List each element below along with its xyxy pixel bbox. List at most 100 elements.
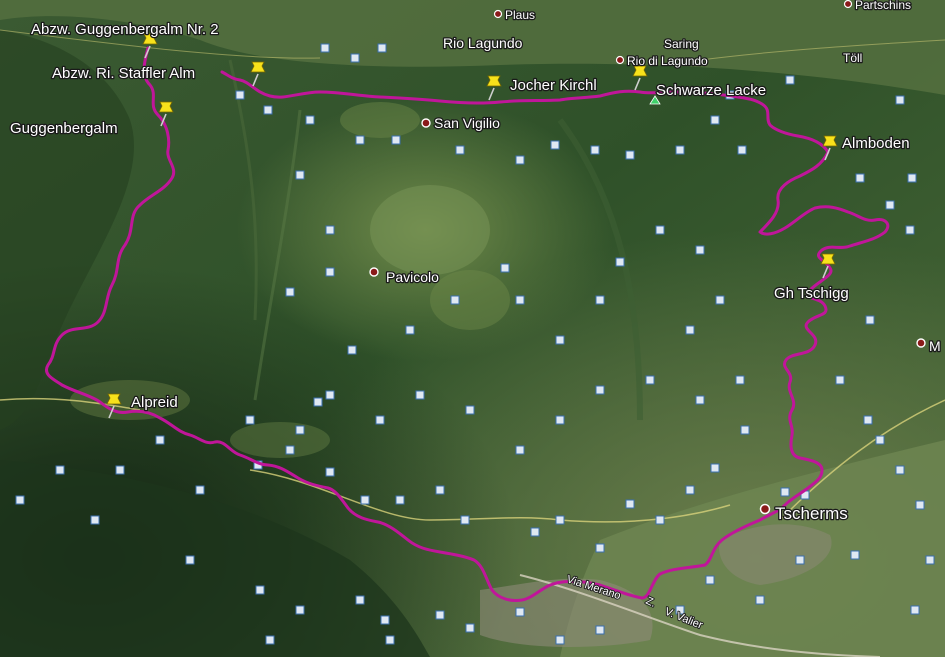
poi-icon [115,465,125,475]
label-rio-di-lagundo: Rio di Lagundo [627,54,708,68]
poi-icon [295,170,305,180]
poi-icon [355,595,365,605]
poi-icon [405,325,415,335]
poi-icon [675,145,685,155]
place-dot-pavicolo[interactable] [369,267,379,277]
poi-icon [595,295,605,305]
poi-icon [915,500,925,510]
poi-icon [695,395,705,405]
poi-icon [313,397,323,407]
poi-icon [737,145,747,155]
poi-icon [350,53,360,63]
poi-icon [705,575,715,585]
label-guggenbergalm: Guggenbergalm [10,120,118,137]
label-gh-tschigg: Gh Tschigg [774,285,849,302]
poi-icon [391,135,401,145]
poi-icon [320,43,330,53]
poi-icon [625,499,635,509]
poi-icon [925,555,935,565]
label-rio-lagundo: Rio Lagundo [443,35,523,51]
label-plaus: Plaus [505,8,535,22]
poi-icon [15,495,25,505]
poi-icon [455,145,465,155]
poi-icon [780,487,790,497]
poi-icon [460,515,470,525]
poi-icon [195,485,205,495]
poi-icon [550,140,560,150]
poi-icon [325,225,335,235]
label-m-partial: M [929,338,941,354]
poi-icon [695,245,705,255]
poi-icon [625,150,635,160]
poi-icon [325,390,335,400]
label-toll: Töll [843,51,862,65]
poi-icon [360,495,370,505]
label-tscherms: Tscherms [775,504,848,523]
poi-icon [907,173,917,183]
poi-icon [555,335,565,345]
poi-icon [595,625,605,635]
poi-icon [685,325,695,335]
poi-icon [795,555,805,565]
poi-icon [615,257,625,267]
poi-icon [500,263,510,273]
poi-icon [885,200,895,210]
place-dot-m[interactable] [916,338,926,348]
poi-icon [385,635,395,645]
poi-icon [355,135,365,145]
poi-icon [755,595,765,605]
poi-icon [740,425,750,435]
satellite-map[interactable]: Abzw. Guggenbergalm Nr. 2 Abzw. Ri. Staf… [0,0,945,657]
poi-icon [263,105,273,115]
poi-icon [715,295,725,305]
poi-icon [555,515,565,525]
poi-icon [515,445,525,455]
poi-icon [325,267,335,277]
poi-icon [685,485,695,495]
label-saring: Saring [664,37,699,51]
label-partschins: Partschins [855,0,911,12]
place-dot-partschins[interactable] [843,0,853,9]
label-jocher-kirchl: Jocher Kirchl [510,77,597,94]
place-dot-rio-di-lagundo[interactable] [615,55,625,65]
poi-icon [415,390,425,400]
poi-icon [380,615,390,625]
poi-icon [895,465,905,475]
poi-icon [515,295,525,305]
label-schwarze-lacke: Schwarze Lacke [656,82,766,99]
poi-icon [595,543,605,553]
poi-icon [645,375,655,385]
poi-icon [785,75,795,85]
poi-icon [435,485,445,495]
poi-icon [865,315,875,325]
poi-icon [285,445,295,455]
poi-icon [465,623,475,633]
poi-icon [55,465,65,475]
label-pavicolo: Pavicolo [386,269,439,285]
poi-icon [450,295,460,305]
label-abzw-staffler-alm: Abzw. Ri. Staffler Alm [52,65,195,82]
poi-icon [295,425,305,435]
poi-icon [590,145,600,155]
poi-icon [595,385,605,395]
poi-icon [530,527,540,537]
poi-icon [850,550,860,560]
label-abzw-guggenbergalm: Abzw. Guggenbergalm Nr. 2 [31,21,219,38]
poi-icon [515,155,525,165]
poi-icon [90,515,100,525]
poi-icon [910,605,920,615]
place-dot-tscherms[interactable] [759,503,771,515]
label-san-vigilio: San Vigilio [434,115,500,131]
poi-icon [375,415,385,425]
place-dot-plaus[interactable] [493,9,503,19]
poi-icon [395,495,405,505]
poi-icon [895,95,905,105]
poi-icon [655,515,665,525]
poi-icon [555,415,565,425]
poi-icon [855,173,865,183]
poi-icon [710,463,720,473]
poi-icon [255,585,265,595]
poi-icon [265,635,275,645]
place-dot-san-vigilio[interactable] [421,118,431,128]
poi-icon [305,115,315,125]
